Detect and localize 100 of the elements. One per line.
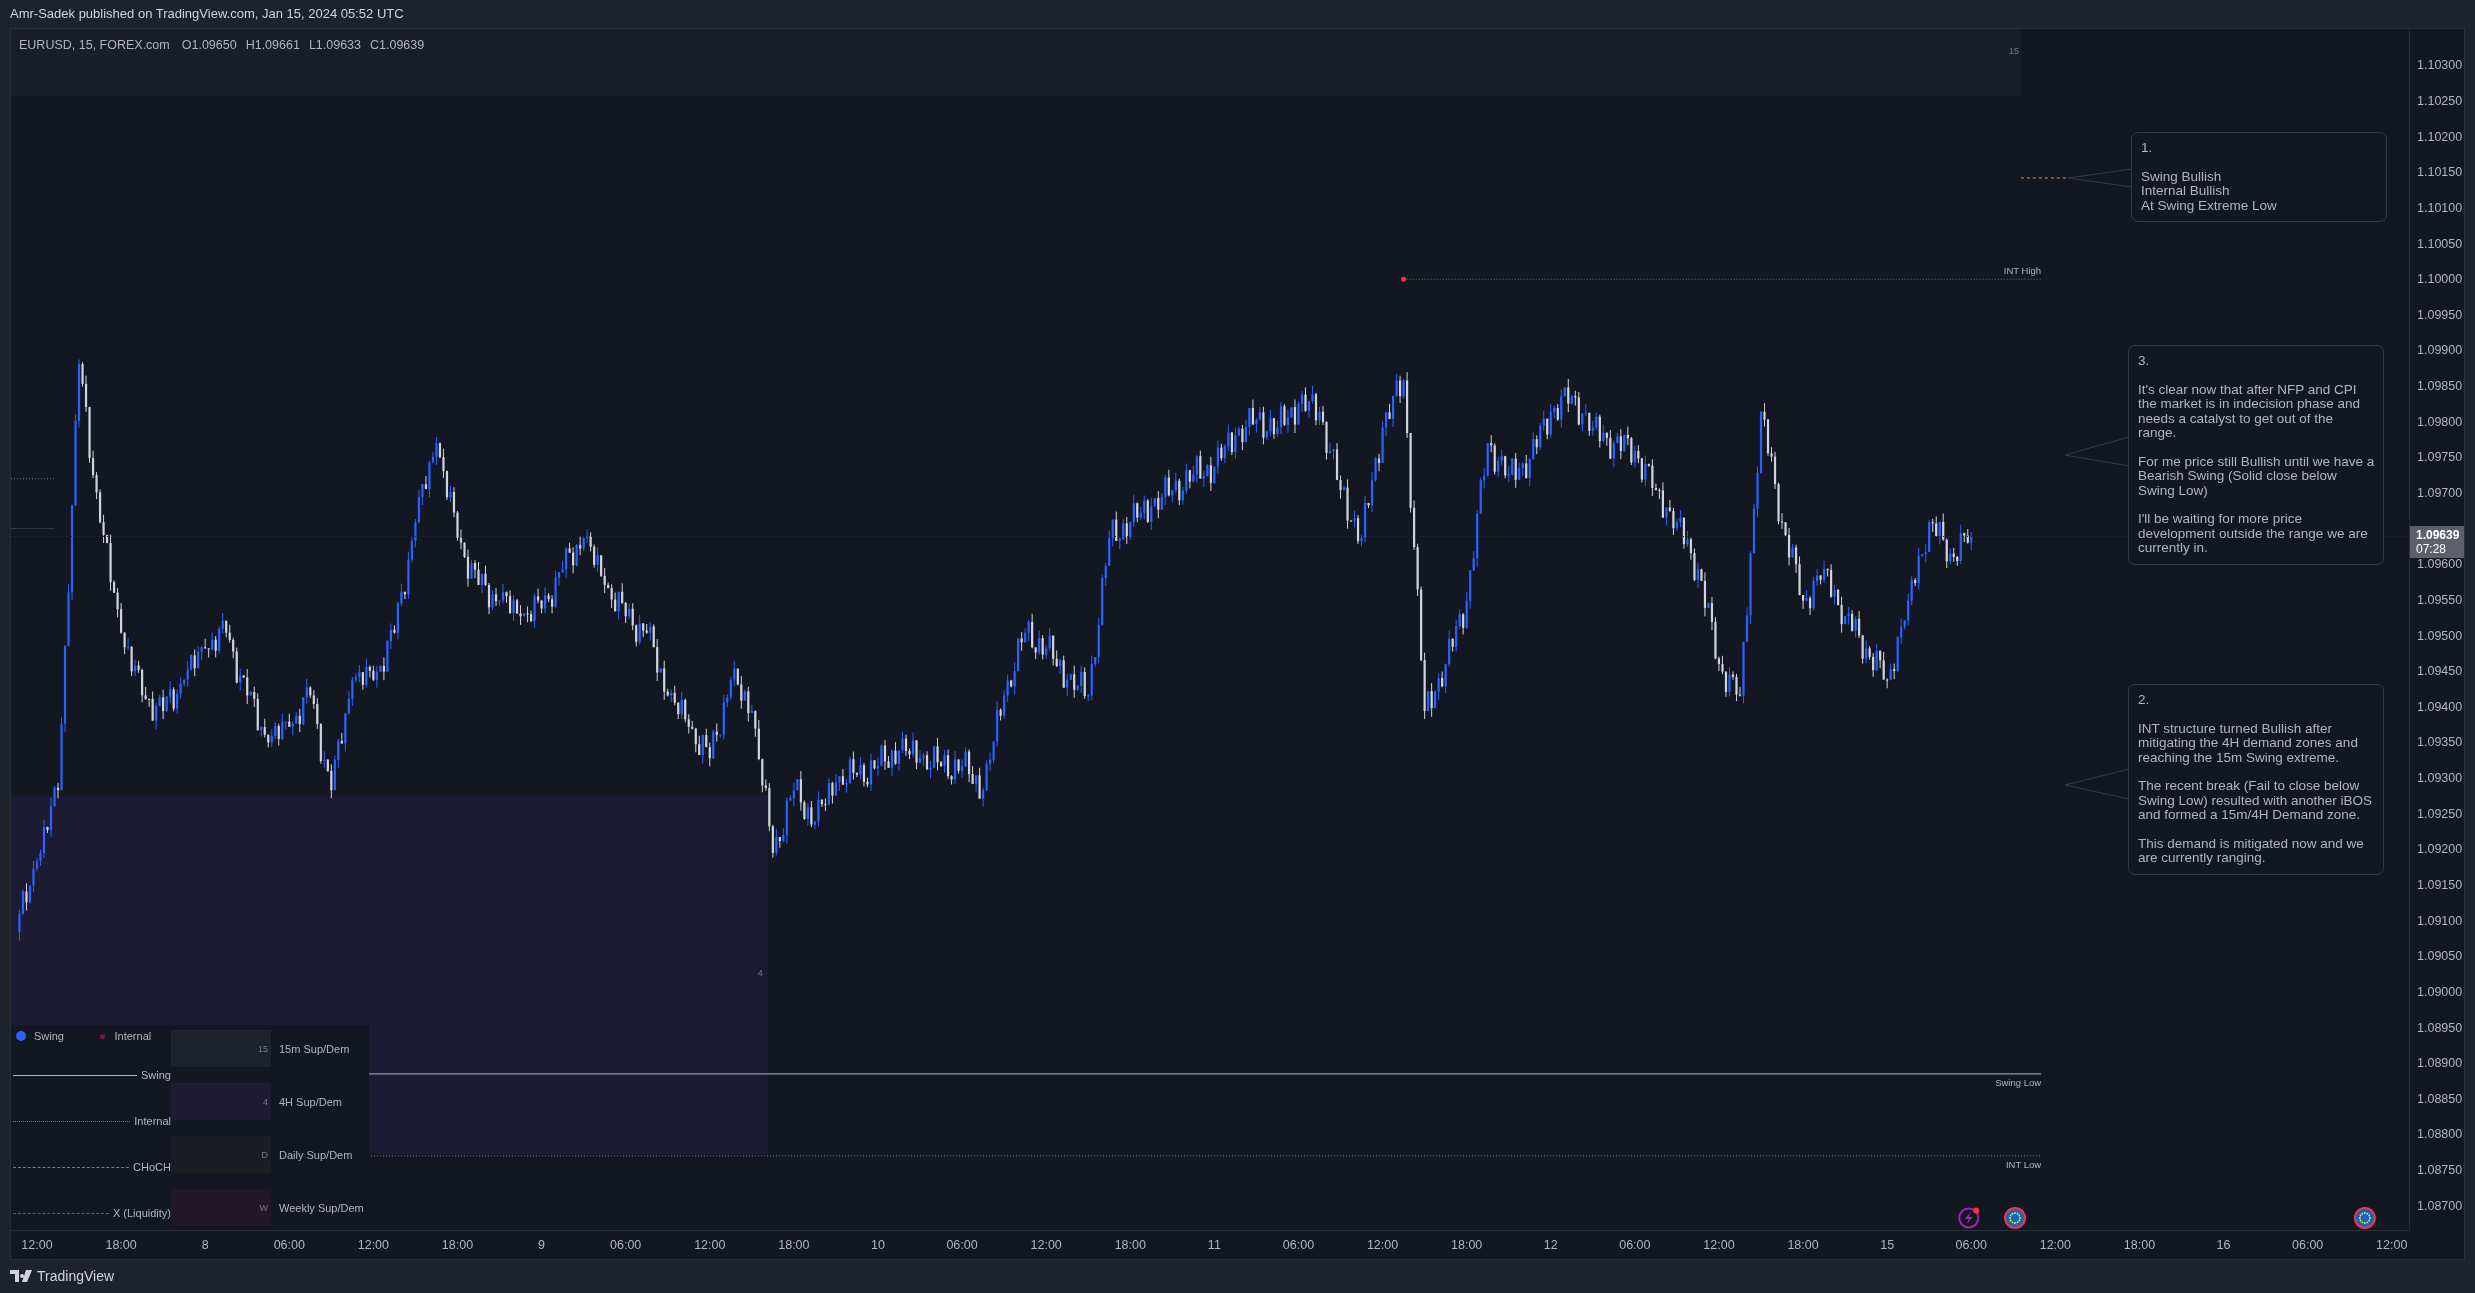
time-label: 12:00 <box>2039 1238 2071 1252</box>
brand-name[interactable]: TradingView <box>37 1268 115 1284</box>
legend-label: 15m Sup/Dem <box>279 1042 350 1055</box>
note-number: 1. <box>2141 141 2154 156</box>
level-label: Swing Low <box>1995 1076 2042 1088</box>
price-label: 1.08850 <box>2417 1091 2463 1106</box>
time-label: 9 <box>538 1238 546 1252</box>
time-label: 06:00 <box>610 1238 642 1252</box>
price-label: 1.09850 <box>2417 379 2463 394</box>
callout-pointer <box>2064 436 2130 467</box>
ohlc-value: O1.09650 <box>181 38 237 54</box>
price-label: 1.09400 <box>2417 699 2463 714</box>
time-label: 12:00 <box>357 1238 389 1252</box>
price-label: 1.10000 <box>2417 272 2463 287</box>
time-label: 18:00 <box>1451 1238 1483 1252</box>
line-style-icon <box>13 1212 109 1214</box>
price-label: 1.09050 <box>2417 949 2463 964</box>
zone-tag: 4 <box>263 1096 268 1107</box>
lightning-icon[interactable] <box>1958 1207 1980 1229</box>
interval-label: 15 <box>2009 46 2019 56</box>
price-label: 1.10300 <box>2417 58 2463 73</box>
price-label: 1.10150 <box>2417 165 2463 180</box>
level-line[interactable] <box>2020 177 2069 179</box>
price-label: 1.09150 <box>2417 878 2463 892</box>
callout-pointer <box>2064 768 2130 800</box>
logo-icon[interactable] <box>10 1270 32 1282</box>
note-text: I'll be waiting for more price development outside the range we are currently in. <box>2138 512 2369 556</box>
price-label: 1.10100 <box>2417 200 2463 215</box>
note-text: INT structure turned Bullish after mitigating the 4H demand zones and reaching the 15m Swing extreme. <box>2138 721 2359 765</box>
price-label: 1.09350 <box>2417 735 2463 750</box>
time-label: 06:00 <box>273 1238 305 1252</box>
note-text: The recent break (Fail to close below Swing Low) resulted with another iBOS and formed a 15m/4H Demand zone. <box>2138 779 2374 823</box>
time-label: 11 <box>1207 1238 1221 1252</box>
flag-icon[interactable] <box>2004 1207 2026 1229</box>
symbol-title[interactable]: EURUSD, 15, FOREX.com <box>19 38 170 96</box>
legend-label: 4H Sup/Dem <box>279 1095 342 1108</box>
line-style-icon <box>13 1166 130 1168</box>
ohlc-value: H1.09661 <box>245 38 300 54</box>
legend-label: Internal <box>114 1030 152 1042</box>
ohlc-value: C1.09639 <box>370 38 425 54</box>
price-label: 1.09250 <box>2417 806 2463 821</box>
publish-info-text: Amr-Sadek published on TradingView.com, Jan 15, 2024 05:52 UTC <box>10 6 404 21</box>
time-label: 15 <box>1880 1238 1895 1252</box>
time-label: 18:00 <box>441 1238 474 1252</box>
line-style-icon <box>13 1074 138 1076</box>
price-label: 1.08800 <box>2417 1127 2463 1142</box>
note-text: It's clear now that after NFP and CPI the market is in indecision phase and needs a catalyst to get out of the range. <box>2138 382 2362 441</box>
line-style-icon <box>13 1120 131 1122</box>
price-label: 1.09300 <box>2417 771 2463 786</box>
level-label: INT High <box>2003 265 2042 277</box>
legend-label: Swing <box>141 1069 171 1081</box>
time-label: 8 <box>201 1238 209 1252</box>
time-label: 06:00 <box>2292 1238 2324 1252</box>
price-label: 1.09000 <box>2417 984 2463 999</box>
time-label: 12:00 <box>1366 1238 1399 1252</box>
note-card[interactable] <box>2128 684 2384 875</box>
time-label: 12:00 <box>694 1238 726 1252</box>
time-label: 12:00 <box>1030 1238 1062 1252</box>
time-label: 18:00 <box>2123 1238 2156 1252</box>
legend-label: Internal <box>134 1115 171 1127</box>
note-card[interactable]: 1. Swing Bullish Internal Bullish At Swing Extreme Low <box>2131 132 2387 222</box>
price-label: 1.08700 <box>2417 1198 2463 1213</box>
time-label: 12:00 <box>21 1238 53 1252</box>
flag-icon[interactable] <box>2353 1207 2376 1229</box>
legend-label: Weekly Sup/Dem <box>279 1201 364 1214</box>
price-label: 1.10250 <box>2417 94 2463 108</box>
price-label: 1.08900 <box>2417 1056 2463 1071</box>
price-label: 1.09950 <box>2417 307 2463 322</box>
price-label: 1.09550 <box>2417 592 2463 607</box>
time-label: 06:00 <box>1282 1238 1315 1252</box>
price-label: 1.09100 <box>2417 913 2463 928</box>
price-label: 1.10050 <box>2417 236 2463 251</box>
time-label: 18:00 <box>105 1238 137 1252</box>
price-label: 1.09900 <box>2417 343 2463 358</box>
level-marker-icon <box>1401 276 1407 282</box>
time-label: 12:00 <box>1703 1238 1735 1252</box>
legend-label: Swing <box>34 1030 64 1042</box>
note-text: For me price still Bullish until we have a Bearish Swing (Solid close below Swing Low) <box>2138 454 2375 498</box>
price-label: 1.09450 <box>2417 664 2463 679</box>
price-label: 1.09600 <box>2417 557 2463 572</box>
zone-tag: W <box>259 1202 268 1213</box>
price-label: 1.08750 <box>2417 1163 2463 1178</box>
time-label: 06:00 <box>946 1238 978 1252</box>
time-label: 12:00 <box>2376 1238 2408 1252</box>
zone-tag: 15 <box>258 1043 268 1054</box>
legend-label: Daily Sup/Dem <box>279 1148 353 1161</box>
callout-pointer <box>2067 168 2133 188</box>
note-number: 2. <box>2138 693 2151 708</box>
note-text: Swing Bullish Internal Bullish At Swing Extreme Low <box>2141 169 2278 213</box>
level-label: INT Low <box>2005 1158 2042 1170</box>
time-label: 06:00 <box>1955 1238 1987 1252</box>
legend-label: X (Liquidity) <box>112 1207 171 1219</box>
note-card[interactable] <box>2128 345 2384 565</box>
level-line[interactable] <box>11 478 55 480</box>
time-label: 16 <box>2216 1238 2231 1252</box>
price-label: 1.09750 <box>2417 450 2463 465</box>
time-label: 12 <box>1543 1238 1558 1252</box>
time-label: 18:00 <box>1114 1238 1146 1252</box>
price-label: 1.09200 <box>2417 842 2463 857</box>
time-label: 18:00 <box>1787 1238 1819 1252</box>
